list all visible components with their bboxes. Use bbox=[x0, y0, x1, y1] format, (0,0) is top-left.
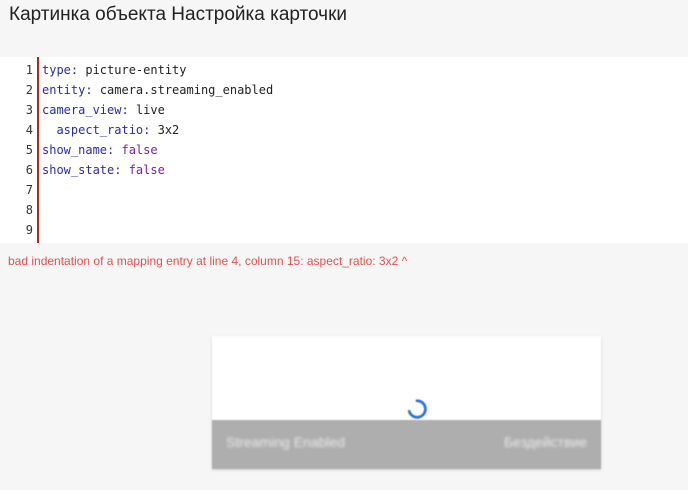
yaml-key: show_state bbox=[42, 163, 115, 177]
yaml-key: show_name bbox=[42, 143, 108, 157]
code-line: aspect_ratio: 3x2 bbox=[42, 120, 273, 140]
line-number: 4 bbox=[25, 123, 33, 137]
line-number-gutter: 1 2 3 4 5 6 7 8 9 bbox=[0, 57, 39, 243]
code-line: type: picture-entity bbox=[42, 60, 273, 80]
yaml-value: 3x2 bbox=[157, 123, 180, 137]
line-number: 8 bbox=[25, 203, 33, 217]
card-config-page: Картинка объекта Настройка карточки 1 2 3 4… bbox=[0, 0, 688, 490]
yaml-separator: : bbox=[85, 83, 100, 97]
code-line: show_name: false bbox=[42, 140, 273, 160]
entity-state: Бездействие bbox=[503, 434, 587, 450]
code-line: camera_view: live bbox=[42, 100, 273, 120]
loading-spinner-icon bbox=[407, 399, 427, 419]
yaml-value: live bbox=[135, 103, 165, 117]
yaml-key: aspect_ratio bbox=[56, 123, 144, 137]
yaml-separator: : bbox=[70, 63, 86, 77]
code-area[interactable]: type: picture-entity entity: camera.strea… bbox=[42, 60, 273, 240]
code-line: show_state: false bbox=[42, 160, 273, 180]
yaml-separator: : bbox=[114, 163, 129, 177]
card-preview[interactable]: Streaming Enabled Бездействие bbox=[212, 336, 601, 469]
yaml-separator: : bbox=[143, 123, 158, 137]
yaml-separator: : bbox=[107, 143, 122, 157]
line-number: 6 bbox=[25, 163, 33, 177]
yaml-value: picture-entity bbox=[85, 63, 187, 77]
card-footer: Streaming Enabled Бездействие bbox=[212, 420, 601, 469]
line-number: 2 bbox=[25, 83, 33, 97]
yaml-separator: : bbox=[121, 103, 136, 117]
yaml-value: false bbox=[121, 143, 158, 157]
line-number: 9 bbox=[25, 223, 33, 237]
yaml-value: false bbox=[128, 163, 165, 177]
line-number: 5 bbox=[25, 143, 33, 157]
line-number: 1 bbox=[25, 63, 33, 77]
page-title: Картинка объекта Настройка карточки bbox=[9, 4, 348, 25]
line-number: 3 bbox=[25, 103, 33, 117]
yaml-key: camera_view bbox=[42, 103, 122, 117]
yaml-key: type bbox=[42, 63, 71, 77]
code-line: entity: camera.streaming_enabled bbox=[42, 80, 273, 100]
yaml-editor[interactable]: 123456789 type: picture-entity entity: ca… bbox=[0, 57, 688, 243]
entity-name: Streaming Enabled bbox=[226, 434, 346, 450]
yaml-value: camera.streaming_enabled bbox=[99, 83, 274, 97]
yaml-key: entity bbox=[42, 83, 86, 97]
error-message: bad indentation of a mapping entry at li… bbox=[8, 254, 408, 268]
line-number: 7 bbox=[25, 183, 33, 197]
